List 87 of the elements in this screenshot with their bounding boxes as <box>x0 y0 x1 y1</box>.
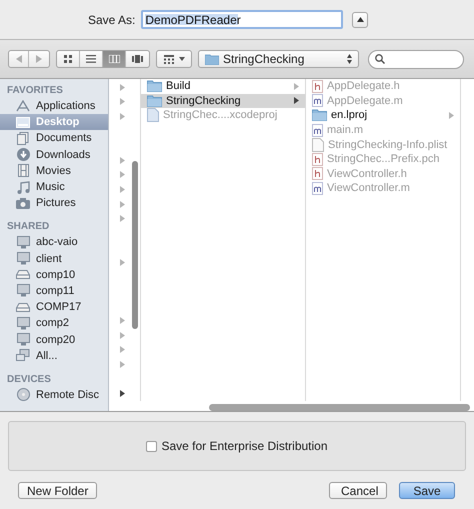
sidebar-item[interactable]: comp11 <box>0 282 108 300</box>
checkbox-label: Save for Enterprise Distribution <box>161 439 328 453</box>
section-heading: SHARED <box>6 220 50 234</box>
file-name: en.lproj <box>331 109 368 122</box>
file-name: StringChecking-Info.plist <box>328 138 448 151</box>
monitor-icon <box>16 333 30 346</box>
file-item[interactable]: en.lproj <box>306 108 460 123</box>
back-arrow-icon <box>16 55 22 63</box>
path-label: StringChecking <box>223 52 306 66</box>
document-icon <box>312 138 324 152</box>
checkbox[interactable] <box>146 440 158 452</box>
sidebar-item[interactable]: comp20 <box>0 331 108 348</box>
apps-icon <box>16 100 30 112</box>
forward-arrow-icon <box>36 55 42 63</box>
film-icon <box>16 164 30 178</box>
filename-field[interactable]: DemoPDFReader <box>141 10 344 29</box>
section-heading: FAVORITES <box>6 84 64 98</box>
grid-icon <box>164 54 174 64</box>
file-name: AppDelegate.m <box>327 94 404 107</box>
network-icon <box>16 349 30 362</box>
stepper-icon <box>347 54 352 64</box>
caret-down-icon <box>178 57 184 61</box>
folder-icon <box>312 109 327 122</box>
sidebar-item[interactable]: All... <box>0 348 108 364</box>
file-name: Build <box>166 80 192 92</box>
file-name: StringChec...Prefix.pch <box>327 153 440 166</box>
coverflow-icon <box>132 55 143 63</box>
camera-icon <box>16 198 30 209</box>
path-popup[interactable]: StringChecking <box>198 50 359 68</box>
disclosure-arrow-icon <box>449 112 454 119</box>
sidebar-item[interactable]: Pictures <box>0 195 108 212</box>
cancel-button[interactable]: Cancel <box>329 482 387 499</box>
expand-button[interactable] <box>352 12 368 28</box>
documents-icon <box>16 132 30 145</box>
sidebar-item[interactable]: Remote Disc <box>0 386 108 403</box>
save-button[interactable]: Save <box>399 482 455 499</box>
caret-up-icon <box>356 17 364 22</box>
sidebar-item[interactable]: Applications <box>0 98 108 114</box>
sidebar-item[interactable]: COMP17 <box>0 299 108 316</box>
source-file-icon <box>312 124 323 137</box>
download-icon <box>16 148 30 162</box>
sidebar-item[interactable]: Documents <box>0 130 108 147</box>
source-file-icon <box>312 94 323 108</box>
music-note-icon <box>16 180 30 194</box>
drive-icon <box>16 302 30 312</box>
save-as-label: Save As: <box>88 12 136 26</box>
search-field[interactable] <box>368 50 464 68</box>
disc-icon <box>16 388 30 402</box>
file-name: main.m <box>327 124 364 136</box>
vertical-scrollbar[interactable] <box>132 161 138 329</box>
monitor-icon <box>16 252 30 266</box>
view-switcher[interactable] <box>56 50 150 68</box>
drive-icon <box>16 270 30 280</box>
file-name: ViewController.m <box>327 182 411 194</box>
new-folder-button[interactable]: New Folder <box>18 482 98 499</box>
folder-icon <box>147 80 162 92</box>
monitor-icon <box>16 236 30 249</box>
source-file-icon <box>312 182 323 195</box>
desktop-icon <box>16 116 30 128</box>
sidebar-item[interactable]: Music <box>0 178 108 196</box>
folder-icon <box>205 54 219 64</box>
search-icon <box>375 54 385 64</box>
header-file-icon <box>312 152 323 166</box>
view-button[interactable] <box>103 51 126 67</box>
horizontal-scrollbar[interactable] <box>209 404 470 411</box>
header-file-icon <box>312 167 323 180</box>
sidebar-item[interactable]: Downloads <box>0 146 108 163</box>
file-item[interactable]: Build <box>141 79 305 94</box>
monitor-icon <box>16 284 30 298</box>
sidebar-item[interactable]: abc-vaio <box>0 234 108 250</box>
file-name: AppDelegate.h <box>327 80 401 92</box>
grid-icon <box>64 55 72 63</box>
document-icon <box>147 108 159 122</box>
sidebar-item[interactable]: comp2 <box>0 315 108 332</box>
folder-icon <box>147 94 162 107</box>
arrange-button[interactable] <box>156 50 192 68</box>
file-item[interactable]: StringChecking <box>141 94 305 108</box>
columns-icon <box>108 55 120 63</box>
sidebar-item[interactable]: Movies <box>0 162 108 179</box>
monitor-icon <box>16 316 30 330</box>
list-icon <box>86 55 96 63</box>
file-name: StringChec....xcodeproj <box>163 109 278 122</box>
sidebar-item[interactable]: comp10 <box>0 266 108 283</box>
file-name: ViewController.h <box>327 168 408 180</box>
sidebar-item[interactable]: client <box>0 250 108 267</box>
file-name: StringChecking <box>166 94 242 107</box>
section-heading: DEVICES <box>6 372 52 387</box>
